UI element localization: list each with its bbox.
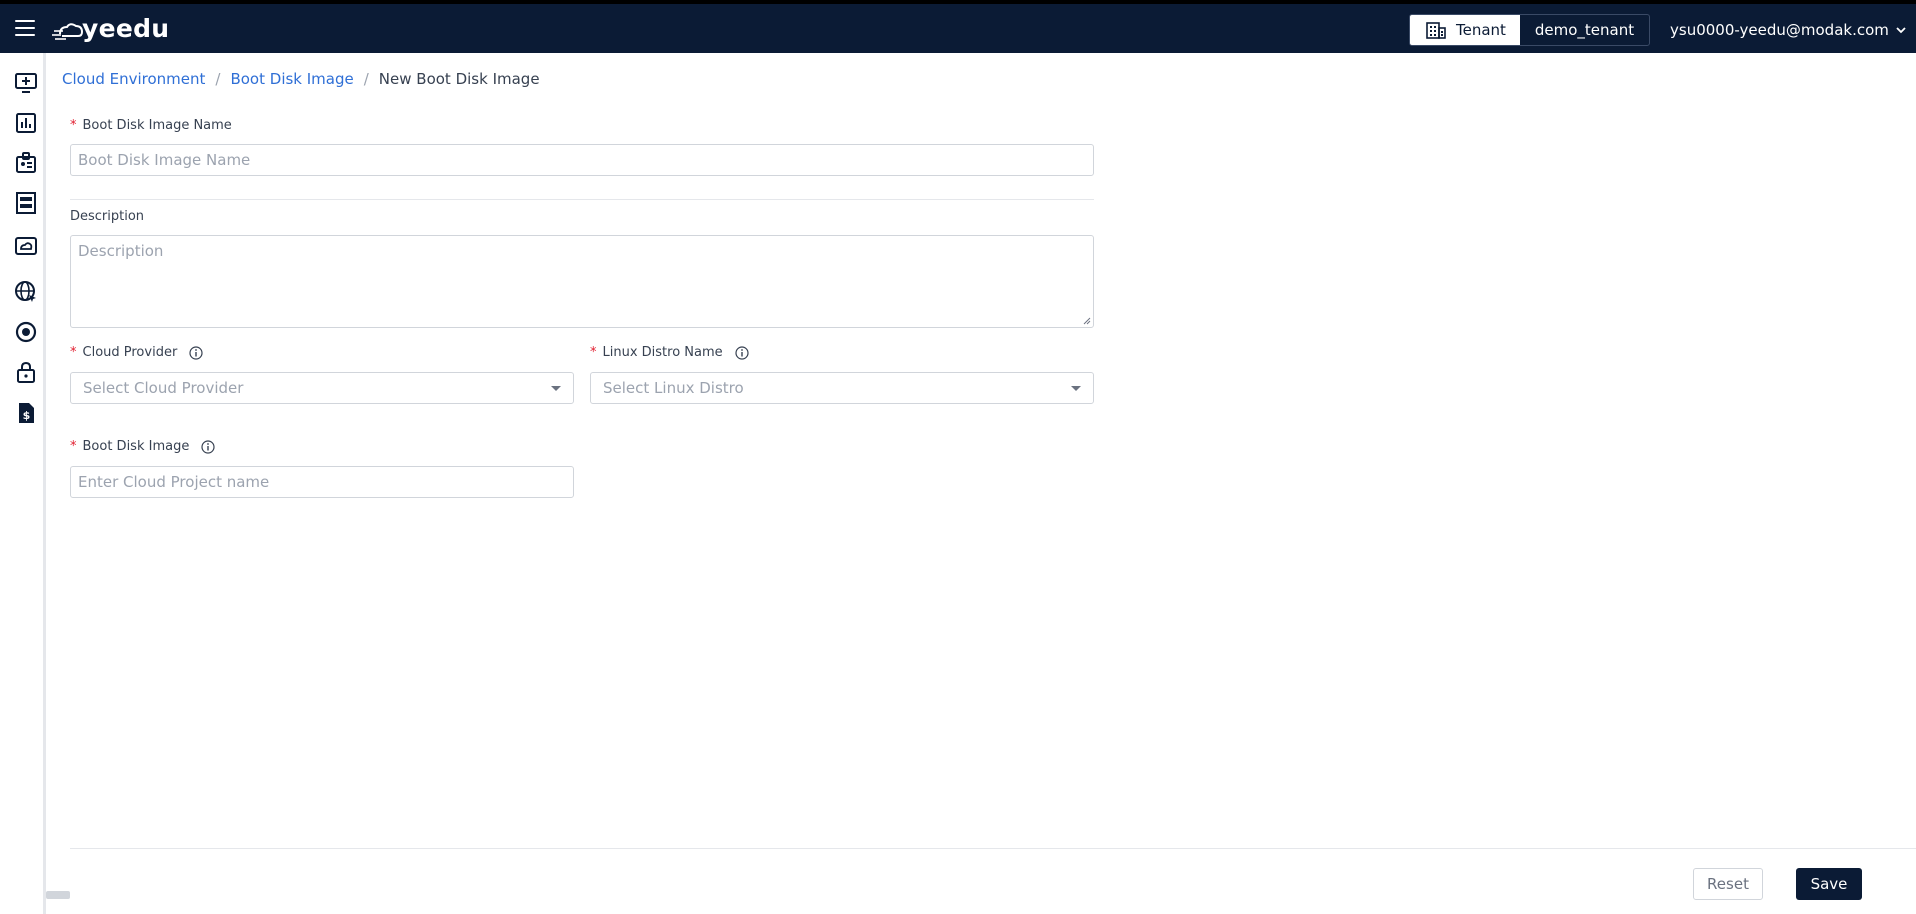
breadcrumb-current: New Boot Disk Image <box>378 70 540 88</box>
cloud-provider-label-text: Cloud Provider <box>82 345 178 360</box>
save-button[interactable]: Save <box>1796 868 1862 900</box>
description-textarea[interactable]: Description <box>70 235 1094 328</box>
cloud-provider-field-label: * Cloud Provider <box>70 345 203 360</box>
tenant-label: Tenant <box>1456 21 1506 39</box>
footer-divider <box>70 848 1916 849</box>
reset-button[interactable]: Reset <box>1693 868 1763 900</box>
bar-chart-icon[interactable] <box>14 111 38 135</box>
billing-document-icon[interactable]: $ <box>14 401 38 425</box>
boot-disk-image-input[interactable]: Enter Cloud Project name <box>70 466 574 498</box>
tenant-selector[interactable]: Tenant demo_tenant <box>1409 14 1650 46</box>
linux-distro-field-label: * Linux Distro Name <box>590 345 749 360</box>
description-placeholder: Description <box>78 242 164 260</box>
info-icon[interactable] <box>201 439 215 454</box>
cloud-drive-icon[interactable] <box>14 234 38 258</box>
boot-disk-image-name-input[interactable]: Boot Disk Image Name <box>70 144 1094 176</box>
description-label-text: Description <box>70 209 145 224</box>
svg-text:$: $ <box>23 409 31 422</box>
info-icon[interactable] <box>735 345 749 360</box>
linux-distro-select[interactable]: Select Linux Distro <box>590 372 1094 404</box>
id-badge-icon[interactable] <box>14 151 38 175</box>
linux-distro-label-text: Linux Distro Name <box>602 345 723 360</box>
caret-down-icon <box>551 385 561 391</box>
building-icon <box>1426 22 1446 39</box>
globe-cursor-icon[interactable] <box>14 280 38 304</box>
breadcrumb: Cloud Environment / Boot Disk Image / Ne… <box>62 70 540 88</box>
name-label-text: Boot Disk Image Name <box>82 118 232 133</box>
boot-disk-image-field-label: * Boot Disk Image <box>70 439 215 454</box>
app-logo[interactable]: yeedu <box>52 14 169 43</box>
monitor-add-icon[interactable] <box>14 71 38 95</box>
disc-icon[interactable] <box>14 320 38 344</box>
boot-disk-image-placeholder: Enter Cloud Project name <box>78 473 270 491</box>
breadcrumb-separator: / <box>215 70 221 88</box>
caret-down-icon <box>1071 385 1081 391</box>
name-input-placeholder: Boot Disk Image Name <box>78 151 251 169</box>
sidebar: $ <box>0 53 46 914</box>
linux-distro-placeholder: Select Linux Distro <box>603 379 744 397</box>
logo-text: yeedu <box>82 14 170 43</box>
chevron-down-icon <box>1896 27 1906 34</box>
cloud-provider-select[interactable]: Select Cloud Provider <box>70 372 574 404</box>
resize-handle-icon[interactable] <box>1083 317 1091 325</box>
hamburger-menu-icon[interactable] <box>15 20 35 36</box>
lock-icon[interactable] <box>14 360 38 384</box>
logo-cloud-icon <box>52 22 84 40</box>
breadcrumb-boot-disk-image[interactable]: Boot Disk Image <box>230 70 353 88</box>
top-navigation-bar: yeedu Tenant demo_tenant ysu0000-yeedu@m… <box>0 0 1916 53</box>
breadcrumb-cloud-environment[interactable]: Cloud Environment <box>62 70 205 88</box>
boot-disk-image-label-text: Boot Disk Image <box>82 439 190 454</box>
required-indicator: * <box>590 345 597 360</box>
user-menu[interactable]: ysu0000-yeedu@modak.com <box>1670 21 1907 39</box>
name-field-label: * Boot Disk Image Name <box>70 118 232 133</box>
tenant-value[interactable]: demo_tenant <box>1520 15 1649 45</box>
form-divider <box>70 199 1094 200</box>
required-indicator: * <box>70 345 77 360</box>
building-icon[interactable] <box>14 191 38 215</box>
info-icon[interactable] <box>189 345 203 360</box>
horizontal-scrollbar[interactable] <box>46 891 70 899</box>
required-indicator: * <box>70 439 77 454</box>
tenant-label-box[interactable]: Tenant <box>1410 15 1520 45</box>
required-indicator: * <box>70 118 77 133</box>
cloud-provider-placeholder: Select Cloud Provider <box>83 379 244 397</box>
breadcrumb-separator: / <box>363 70 369 88</box>
user-email: ysu0000-yeedu@modak.com <box>1670 21 1889 39</box>
description-field-label: Description <box>70 209 144 224</box>
